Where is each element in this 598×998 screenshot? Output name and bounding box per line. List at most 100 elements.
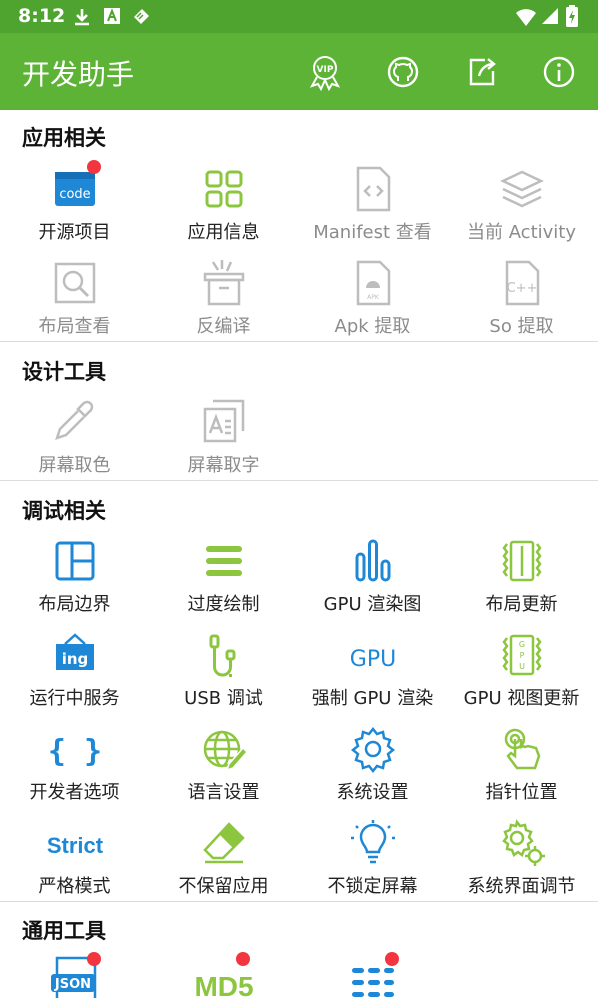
text-capture-icon <box>203 399 244 443</box>
overdraw-icon <box>205 546 242 576</box>
cpp-file-icon: C++ <box>505 260 539 306</box>
app-bar: 开发助手 VIP <box>0 33 598 110</box>
tile-label: 当前 Activity <box>466 222 577 243</box>
tile-so-extract[interactable]: C++ So 提取 <box>447 254 596 346</box>
section-divider <box>0 480 598 481</box>
notification-badge <box>87 952 101 966</box>
svg-text:JSON: JSON <box>53 977 90 992</box>
tile-label: 屏幕取字 <box>187 455 260 476</box>
vip-badge-icon[interactable]: VIP <box>306 53 344 91</box>
tile-label: So 提取 <box>489 316 554 337</box>
tile-pointer-location[interactable]: 指针位置 <box>447 720 596 812</box>
tile-color-picker[interactable]: 屏幕取色 <box>0 393 149 485</box>
tile-label: 反编译 <box>196 316 251 337</box>
page-title: 开发助手 <box>22 58 135 91</box>
strict-icon: Strict <box>46 833 103 858</box>
gpu-bars-icon <box>355 539 390 582</box>
svg-text:code: code <box>59 187 90 202</box>
language-globe-icon <box>203 730 248 772</box>
tile-usb-debug[interactable]: USB 调试 <box>149 626 298 718</box>
tile-stay-awake[interactable]: 不锁定屏幕 <box>298 814 447 906</box>
tile-force-gpu[interactable]: GPU 强制 GPU 渲染 <box>298 626 447 718</box>
tile-current-activity[interactable]: 当前 Activity <box>447 160 596 252</box>
tile-label: 开源项目 <box>38 222 111 243</box>
tile-label: Manifest 查看 <box>313 222 432 243</box>
eraser-icon <box>202 822 245 864</box>
apk-file-icon: APK <box>356 260 390 306</box>
tile-system-settings[interactable]: 系统设置 <box>298 720 447 812</box>
tile-label: 过度绘制 <box>187 594 260 615</box>
tile-list-convert[interactable] <box>298 950 447 998</box>
svg-text:C++: C++ <box>506 281 537 296</box>
download-icon <box>75 9 89 26</box>
tile-label: 屏幕取色 <box>38 455 111 476</box>
gpu-view-update-icon: GPU <box>501 634 542 676</box>
section-title-app: 应用相关 <box>22 126 106 150</box>
tile-label: 开发者选项 <box>29 782 120 803</box>
section-title-design: 设计工具 <box>22 360 106 384</box>
tag-icon <box>134 9 149 24</box>
tile-label: Apk 提取 <box>334 316 411 337</box>
tile-gpu-render-graph[interactable]: GPU 渲染图 <box>298 532 447 624</box>
tile-label: 布局查看 <box>38 316 111 337</box>
info-icon[interactable] <box>540 53 578 91</box>
running-services-icon: ing <box>55 633 94 670</box>
tile-language-settings[interactable]: 语言设置 <box>149 720 298 812</box>
wifi-icon <box>516 9 536 26</box>
tile-text-capture[interactable]: 屏幕取字 <box>149 393 298 485</box>
tile-layout-bounds[interactable]: 布局边界 <box>0 532 149 624</box>
font-a-icon <box>104 8 120 24</box>
tile-label: 应用信息 <box>187 222 260 243</box>
tile-label: GPU 视图更新 <box>463 688 580 709</box>
tile-running-services[interactable]: ing 运行中服务 <box>0 626 149 718</box>
tile-md5[interactable]: MD5 <box>149 950 298 998</box>
tile-label: 不锁定屏幕 <box>327 876 418 897</box>
tile-label: GPU 渲染图 <box>323 594 422 615</box>
share-icon[interactable] <box>463 53 501 91</box>
pointer-touch-icon <box>504 728 540 770</box>
tile-gpu-view-update[interactable]: GPU GPU 视图更新 <box>447 626 596 718</box>
svg-text:G: G <box>518 640 524 649</box>
section-divider <box>0 901 598 902</box>
signal-icon <box>542 8 558 24</box>
layout-update-icon <box>501 540 542 582</box>
usb-icon <box>209 634 235 677</box>
tile-manifest[interactable]: Manifest 查看 <box>298 160 447 252</box>
svg-text:P: P <box>519 651 524 660</box>
tile-overdraw[interactable]: 过度绘制 <box>149 532 298 624</box>
layout-inspect-icon <box>54 262 95 304</box>
gears-icon <box>501 819 545 866</box>
status-time: 8:12 <box>18 5 66 27</box>
layers-icon <box>499 170 544 208</box>
notification-badge <box>87 160 101 174</box>
tile-label: 布局边界 <box>38 594 111 615</box>
tile-app-info[interactable]: 应用信息 <box>149 160 298 252</box>
tile-layout-inspect[interactable]: 布局查看 <box>0 254 149 346</box>
tile-label: 不保留应用 <box>178 876 269 897</box>
lightbulb-icon <box>350 820 395 864</box>
svg-text:ing: ing <box>61 650 88 668</box>
tile-label: 语言设置 <box>187 782 260 803</box>
svg-text:U: U <box>519 662 525 671</box>
gpu-text-icon: GPU <box>349 647 395 672</box>
tile-json[interactable]: JSON <box>0 950 149 998</box>
tile-layout-update[interactable]: 布局更新 <box>447 532 596 624</box>
braces-icon: { } <box>50 734 100 769</box>
github-icon[interactable] <box>384 53 422 91</box>
layout-bounds-icon <box>55 541 94 581</box>
decompile-box-icon <box>203 260 244 306</box>
svg-text:VIP: VIP <box>317 65 334 75</box>
tile-label: 系统界面调节 <box>467 876 576 897</box>
grid-apps-icon <box>205 170 242 208</box>
tile-system-ui-tuner[interactable]: 系统界面调节 <box>447 814 596 906</box>
tile-strict-mode[interactable]: Strict 严格模式 <box>0 814 149 906</box>
tile-decompile[interactable]: 反编译 <box>149 254 298 346</box>
tile-developer-options[interactable]: { } 开发者选项 <box>0 720 149 812</box>
manifest-file-icon <box>356 166 390 212</box>
tile-dont-keep-activities[interactable]: 不保留应用 <box>149 814 298 906</box>
settings-gear-icon <box>350 726 395 774</box>
tile-open-source[interactable]: code 开源项目 <box>0 160 149 252</box>
tile-label: 强制 GPU 渲染 <box>311 688 434 709</box>
svg-text:MD5: MD5 <box>194 971 253 998</box>
tile-apk-extract[interactable]: APK Apk 提取 <box>298 254 447 346</box>
